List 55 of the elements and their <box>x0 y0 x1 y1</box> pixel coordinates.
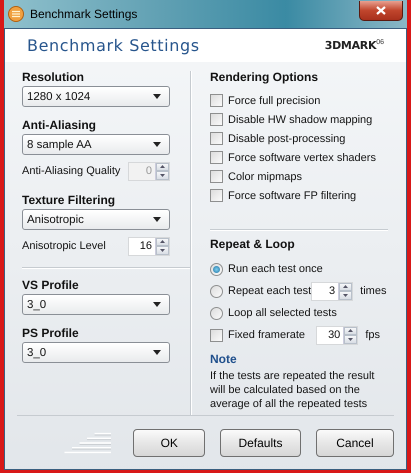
dialog-title: Benchmark Settings <box>27 36 200 55</box>
section-heading: Texture Filtering <box>22 194 116 207</box>
option-label: Fixed framerate <box>228 329 306 341</box>
close-button[interactable] <box>359 1 403 21</box>
checkbox[interactable] <box>210 132 223 145</box>
radio-button[interactable] <box>210 306 223 320</box>
note-text: If the tests are repeated the result will be calculated based on the average of all the repeated tests <box>210 369 376 411</box>
checkbox[interactable] <box>210 151 223 164</box>
number-spinner[interactable]: 3 <box>311 282 354 300</box>
checkbox[interactable] <box>210 170 223 183</box>
unit-label: times <box>360 285 386 297</box>
dialog-button[interactable]: Cancel <box>316 428 394 456</box>
window-title: Benchmark Settings <box>30 7 138 21</box>
section-heading: Rendering Options <box>210 71 319 84</box>
app-icon <box>8 6 24 22</box>
option-label: Repeat each test <box>228 285 312 297</box>
caret-icon <box>153 350 161 355</box>
caret-icon <box>153 94 161 99</box>
logo-text: 3DMARK <box>324 39 376 52</box>
dialog-button[interactable]: Defaults <box>220 428 301 456</box>
number-spinner[interactable]: 16 <box>128 236 170 256</box>
dialog-button[interactable]: OK <box>133 428 205 456</box>
section-heading: Resolution <box>22 71 85 84</box>
option-label: Force software FP filtering <box>228 190 356 202</box>
checkbox[interactable] <box>210 113 223 126</box>
close-icon <box>376 6 386 15</box>
radio-button[interactable] <box>210 284 223 298</box>
section-heading: Repeat & Loop <box>210 238 296 251</box>
option-label: Disable HW shadow mapping <box>228 114 372 126</box>
checkbox[interactable] <box>210 328 223 342</box>
dropdown[interactable]: 3_0 <box>22 294 170 315</box>
option-label: Loop all selected tests <box>228 307 337 319</box>
field-label: Anisotropic Level <box>22 240 106 252</box>
radio-button[interactable] <box>210 262 223 276</box>
option-label: Disable post-processing <box>228 132 346 144</box>
checkbox[interactable] <box>210 94 223 107</box>
section-heading: PS Profile <box>22 327 80 340</box>
checkbox[interactable] <box>210 189 223 202</box>
dropdown[interactable]: 8 sample AA <box>22 134 170 155</box>
option-label: Force full precision <box>228 94 320 106</box>
note-heading: Note <box>210 352 238 366</box>
caret-icon <box>153 142 161 147</box>
option-label: Color mipmaps <box>228 170 302 182</box>
dropdown[interactable]: 1280 x 1024 <box>22 86 170 107</box>
caret-icon <box>153 302 161 307</box>
dropdown[interactable]: Anisotropic <box>22 209 170 230</box>
section-heading: Anti-Aliasing <box>22 119 97 132</box>
caret-icon <box>153 217 161 222</box>
number-spinner[interactable]: 30 <box>316 326 358 344</box>
dropdown[interactable]: 3_0 <box>22 342 170 363</box>
option-label: Force software vertex shaders <box>228 152 376 164</box>
unit-label: fps <box>365 329 380 341</box>
field-label: Anti-Aliasing Quality <box>22 165 120 177</box>
section-heading: VS Profile <box>22 279 80 292</box>
option-label: Run each test once <box>228 263 323 275</box>
